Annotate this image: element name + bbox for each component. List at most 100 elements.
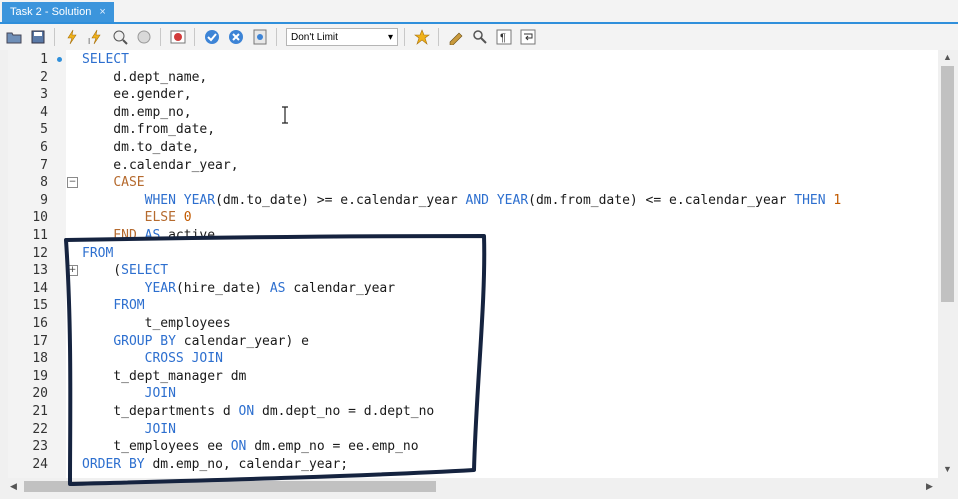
- close-tab-icon[interactable]: ×: [99, 2, 105, 22]
- sql-editor[interactable]: 1 SELECT 2 d.dept_name, 3 ee.gender, 4 dm.em…: [8, 50, 938, 478]
- code-line[interactable]: 21 t_departments d ON dm.dept_no = d.dep…: [8, 403, 938, 421]
- bookmark-icon[interactable]: [412, 27, 432, 47]
- code-text: WHEN YEAR(dm.to_date) >= e.calendar_year…: [144, 192, 842, 208]
- rollback-icon[interactable]: [226, 27, 246, 47]
- vertical-scroll-thumb[interactable]: [941, 66, 954, 302]
- current-statement-dot-icon: [57, 57, 62, 62]
- code-line[interactable]: 16 t_employees: [8, 315, 938, 333]
- code-text: t_employees: [82, 316, 231, 331]
- autocommit-icon[interactable]: [250, 27, 270, 47]
- code-line[interactable]: 15 FROM: [8, 297, 938, 315]
- svg-text:¶: ¶: [500, 32, 506, 44]
- line-number: 19: [32, 368, 48, 384]
- line-number: 16: [32, 316, 48, 331]
- fold-toggle-icon[interactable]: −: [67, 177, 78, 189]
- wrap-icon[interactable]: [518, 27, 538, 47]
- commit-icon[interactable]: [202, 27, 222, 47]
- scrollbar-corner: [938, 478, 958, 499]
- find-icon[interactable]: [470, 27, 490, 47]
- scroll-down-icon[interactable]: ▼: [943, 464, 952, 474]
- code-line[interactable]: 19 t_dept_manager dm: [8, 368, 938, 386]
- code-text: dm.from_date,: [82, 122, 216, 138]
- code-text: CROSS JOIN: [144, 351, 223, 367]
- beautify-icon[interactable]: [446, 27, 466, 47]
- scroll-up-icon[interactable]: ▲: [943, 52, 952, 62]
- vertical-scrollbar[interactable]: ▲ ▼: [938, 50, 958, 478]
- code-line[interactable]: 8 − CASE: [8, 174, 938, 192]
- line-number: 1: [40, 52, 48, 67]
- code-line[interactable]: 3 ee.gender,: [8, 86, 938, 104]
- explain-icon[interactable]: [110, 27, 130, 47]
- line-number: 7: [40, 157, 48, 173]
- code-line[interactable]: 5 dm.from_date,: [8, 121, 938, 139]
- code-text: dm.emp_no,: [82, 104, 192, 120]
- code-text: (SELECT: [82, 263, 169, 279]
- line-number: 10: [32, 210, 48, 226]
- fold-toggle-icon[interactable]: +: [67, 265, 78, 277]
- horizontal-scroll-thumb[interactable]: [24, 481, 436, 492]
- line-number: 6: [40, 140, 48, 155]
- code-text: dm.to_date,: [82, 140, 200, 155]
- line-number: 20: [32, 386, 48, 402]
- line-number: 3: [40, 87, 48, 103]
- scroll-left-icon[interactable]: ◀: [10, 481, 17, 492]
- code-text: t_dept_manager dm: [82, 368, 247, 384]
- line-number: 5: [40, 122, 48, 138]
- toolbar-separator: [194, 28, 195, 46]
- code-line[interactable]: 9 WHEN YEAR(dm.to_date) >= e.calendar_ye…: [8, 192, 938, 210]
- code-text: d.dept_name,: [82, 69, 208, 85]
- code-text: CASE: [113, 175, 145, 191]
- line-number: 2: [40, 69, 48, 85]
- toggle-continue-icon[interactable]: [168, 27, 188, 47]
- line-number: 18: [32, 351, 48, 367]
- line-number: 4: [40, 104, 48, 120]
- save-icon[interactable]: [28, 27, 48, 47]
- open-folder-icon[interactable]: [4, 27, 24, 47]
- tab-strip: Task 2 - Solution ×: [0, 0, 958, 24]
- code-line[interactable]: 12 FROM: [8, 245, 938, 263]
- code-line[interactable]: 14 YEAR(hire_date) AS calendar_year: [8, 280, 938, 298]
- execute-icon[interactable]: [62, 27, 82, 47]
- line-number: 9: [40, 192, 48, 208]
- code-line[interactable]: 1 SELECT: [8, 51, 938, 69]
- line-number: 15: [32, 298, 48, 314]
- chevron-down-icon: ▾: [387, 31, 393, 43]
- code-line[interactable]: 4 dm.emp_no,: [8, 104, 938, 122]
- invisible-chars-icon[interactable]: ¶: [494, 27, 514, 47]
- code-line[interactable]: 11 END AS active: [8, 227, 938, 245]
- code-line[interactable]: 22 JOIN: [8, 421, 938, 439]
- line-number: 8: [40, 175, 48, 191]
- code-text: END AS active: [113, 228, 216, 243]
- code-text: GROUP BY calendar_year) e: [113, 333, 309, 349]
- code-text: ee.gender,: [82, 87, 192, 103]
- horizontal-scrollbar[interactable]: ◀ ▶: [8, 478, 938, 495]
- toolbar-separator: [54, 28, 55, 46]
- code-line[interactable]: 18 CROSS JOIN: [8, 350, 938, 368]
- code-line[interactable]: 6 dm.to_date,: [8, 139, 938, 157]
- limit-rows-value: Don't Limit: [291, 31, 338, 43]
- code-line[interactable]: 7 e.calendar_year,: [8, 157, 938, 175]
- line-number: 23: [32, 439, 48, 455]
- code-text: JOIN: [144, 421, 176, 437]
- code-text: e.calendar_year,: [82, 157, 239, 173]
- limit-rows-select[interactable]: Don't Limit ▾: [286, 28, 398, 46]
- line-number: 13: [32, 263, 48, 279]
- stop-icon[interactable]: [134, 27, 154, 47]
- code-text: FROM: [113, 298, 145, 314]
- sql-editor-toolbar: I Don't Limit ▾ ¶: [0, 24, 958, 50]
- code-line[interactable]: 10 ELSE 0: [8, 209, 938, 227]
- code-line[interactable]: 23 t_employees ee ON dm.emp_no = ee.emp_…: [8, 438, 938, 456]
- code-line[interactable]: 13 + (SELECT: [8, 262, 938, 280]
- code-text: SELECT: [82, 52, 129, 67]
- tab-task-2-solution[interactable]: Task 2 - Solution ×: [2, 2, 114, 22]
- code-text: t_employees ee ON dm.emp_no = ee.emp_no: [82, 439, 419, 455]
- code-line[interactable]: 2 d.dept_name,: [8, 69, 938, 87]
- code-text: JOIN: [144, 386, 176, 402]
- code-line[interactable]: 17 GROUP BY calendar_year) e: [8, 333, 938, 351]
- code-line[interactable]: 20 JOIN: [8, 385, 938, 403]
- code-line[interactable]: 24 ORDER BY dm.emp_no, calendar_year;: [8, 456, 938, 474]
- execute-current-icon[interactable]: I: [86, 27, 106, 47]
- scroll-right-icon[interactable]: ▶: [926, 481, 933, 492]
- line-number: 11: [32, 228, 48, 243]
- line-number: 14: [32, 280, 48, 296]
